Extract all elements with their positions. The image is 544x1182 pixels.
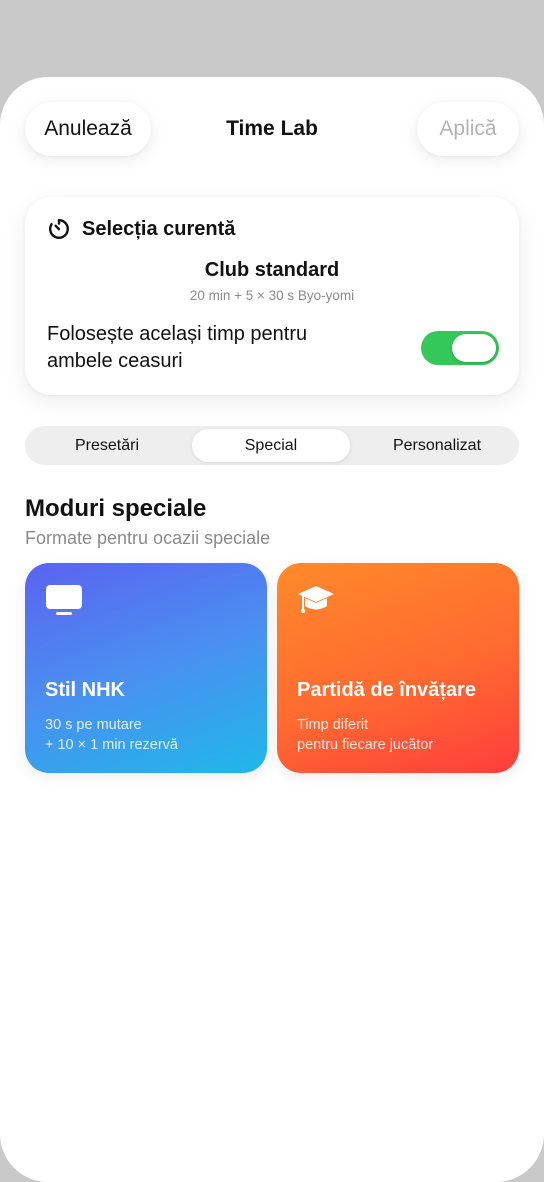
mode-tabs: Presetări Special Personalizat: [25, 426, 519, 465]
same-time-label: Folosește același timp pentru ambele cea…: [47, 323, 308, 372]
learning-game-card[interactable]: Partidă de învățare Timp diferit pentru …: [277, 563, 519, 773]
mode-description-line: pentru fiecare jucător: [297, 737, 434, 753]
nhk-style-card[interactable]: Stil NHK 30 s pe mutare + 10 × 1 min rez…: [25, 563, 267, 773]
toggle-knob: [452, 334, 496, 362]
mode-description-line: 30 s pe mutare: [45, 717, 142, 733]
tv-icon: [46, 585, 82, 615]
section-subtitle: Formate pentru ocazii speciale: [25, 528, 271, 548]
section-title: Moduri speciale: [25, 495, 207, 522]
current-selection-card: Selecția curentă Club standard 20 min + …: [25, 197, 519, 395]
preset-name: Club standard: [204, 259, 340, 281]
graduation-cap-icon: [298, 586, 334, 614]
mode-description-line: + 10 × 1 min rezervă: [45, 737, 178, 753]
mode-description: 30 s pe mutare + 10 × 1 min rezervă: [45, 715, 178, 755]
timer-icon: [48, 219, 69, 239]
mode-title: Stil NHK: [45, 679, 125, 701]
preset-detail: 20 min + 5 × 30 s Byo-yomi: [189, 288, 355, 303]
mode-description: Timp diferit pentru fiecare jucător: [297, 715, 433, 755]
mode-description-line: Timp diferit: [297, 717, 369, 733]
same-time-toggle[interactable]: [421, 331, 499, 365]
current-selection-header: Selecția curentă: [47, 217, 235, 241]
time-lab-sheet: Anulează Time Lab Aplică Selecția curent…: [0, 77, 544, 1182]
current-selection-title: Selecția curentă: [82, 217, 236, 240]
apply-button[interactable]: Aplică: [417, 102, 519, 156]
tab-custom[interactable]: Personalizat: [358, 429, 516, 462]
tab-presets[interactable]: Presetări: [28, 429, 186, 462]
tab-special[interactable]: Special: [192, 429, 350, 462]
mode-title: Partidă de învățare: [297, 679, 476, 701]
